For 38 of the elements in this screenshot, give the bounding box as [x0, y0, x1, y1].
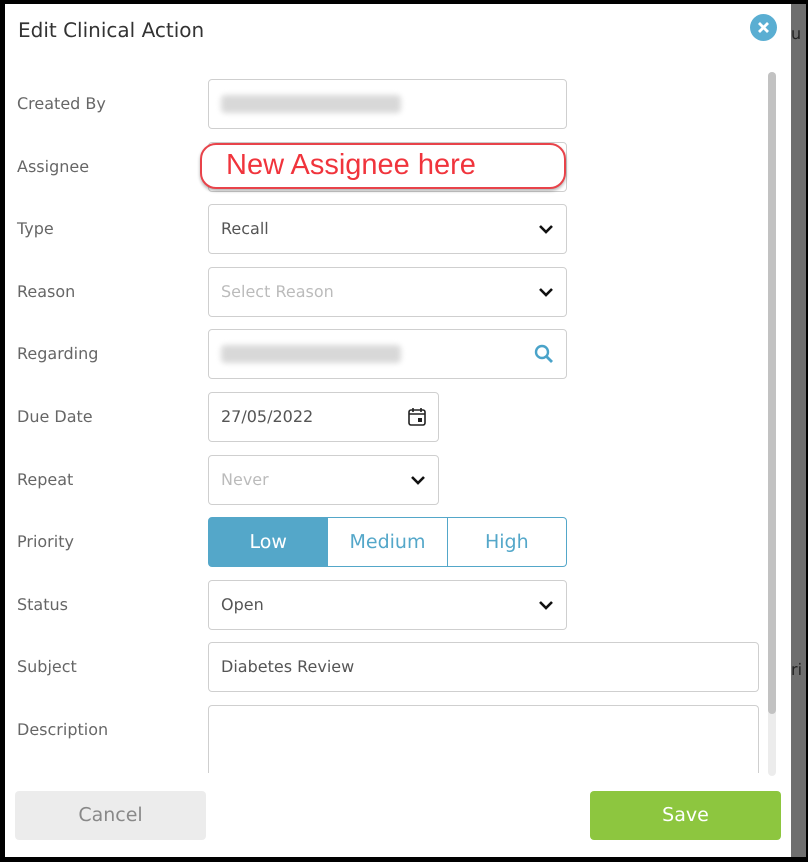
- save-button[interactable]: Save: [590, 791, 781, 840]
- date-field[interactable]: 27/05/2022: [208, 392, 439, 442]
- priority-option[interactable]: Medium: [328, 517, 448, 568]
- priority-option[interactable]: Low: [208, 517, 328, 568]
- textarea-field[interactable]: [208, 704, 759, 773]
- text-field[interactable]: Diabetes Review: [208, 642, 759, 692]
- field-label: Priority: [17, 531, 75, 554]
- background-text: ri: [791, 662, 804, 678]
- field-label: Repeat: [17, 468, 74, 491]
- chevron-down-icon: [538, 224, 554, 234]
- select-field[interactable]: Select Reason: [208, 266, 567, 317]
- search-icon: [534, 344, 554, 364]
- annotation-tooltip: New Assignee here: [200, 142, 566, 189]
- calendar-icon: [408, 407, 426, 426]
- scrollbar[interactable]: [768, 72, 776, 776]
- background-text: u: [791, 26, 802, 42]
- chevron-down-icon: [538, 286, 554, 297]
- search-field[interactable]: [208, 329, 567, 380]
- dialog-title: Edit Clinical Action: [18, 17, 204, 44]
- cancel-button[interactable]: Cancel: [15, 791, 206, 840]
- select-field[interactable]: Open: [208, 580, 567, 630]
- field-label: Description: [17, 718, 110, 741]
- field-label: Due Date: [17, 406, 94, 428]
- select-field[interactable]: Recall: [208, 204, 567, 254]
- field-label: Status: [17, 594, 69, 616]
- chevron-down-icon: [410, 474, 426, 485]
- close-button[interactable]: [750, 14, 777, 40]
- chevron-down-icon: [538, 600, 554, 610]
- field-label: Type: [17, 218, 55, 240]
- field-label: Created By: [17, 93, 107, 115]
- select-field[interactable]: Never: [208, 454, 439, 505]
- field-label: Subject: [17, 656, 78, 678]
- field-label: Regarding: [17, 343, 100, 366]
- text-field[interactable]: [208, 79, 567, 129]
- priority-option[interactable]: High: [448, 517, 567, 568]
- field-label: Assignee: [17, 156, 90, 178]
- close-icon: [757, 20, 770, 34]
- field-label: Reason: [17, 280, 76, 303]
